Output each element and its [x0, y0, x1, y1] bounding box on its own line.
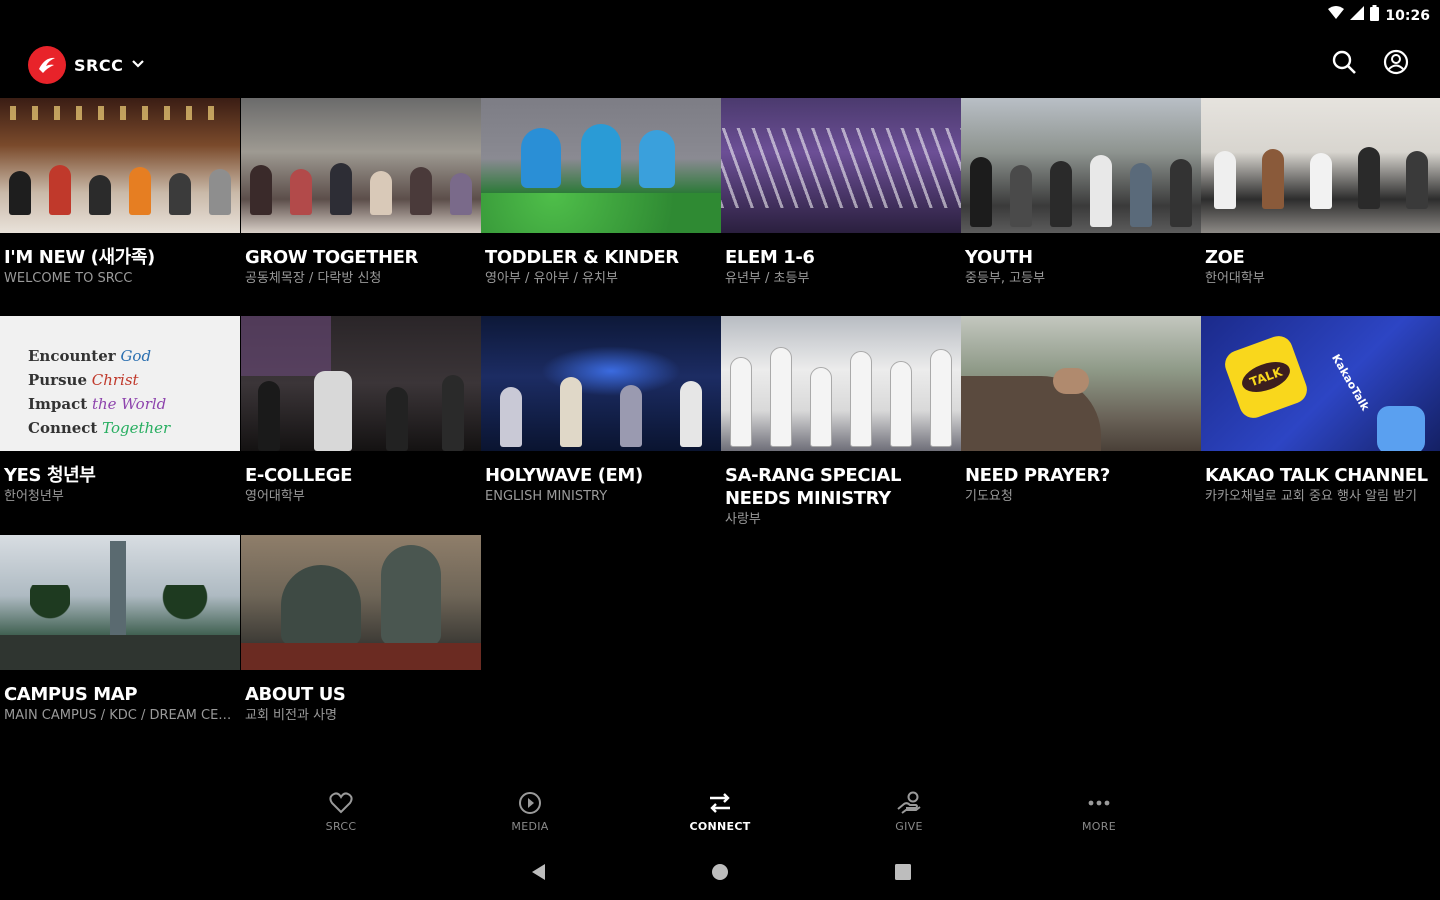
- org-switcher[interactable]: SRCC: [28, 46, 145, 84]
- tile-title: ABOUT US: [245, 684, 346, 705]
- nav-srcc[interactable]: SRCC: [281, 790, 401, 833]
- search-icon: [1331, 49, 1357, 80]
- nav-media[interactable]: MEDIA: [470, 790, 590, 833]
- play-circle-icon: [517, 790, 543, 816]
- yes-image-text: Encounter God Pursue Christ Impact the W…: [28, 347, 171, 437]
- tile-image: [0, 98, 240, 233]
- tile-title: ZOE: [1205, 247, 1245, 268]
- tile-zoe[interactable]: ZOE 한어대학부: [1201, 98, 1440, 289]
- tile-subtitle: 한어대학부: [1205, 271, 1265, 286]
- system-back-button[interactable]: [526, 862, 550, 886]
- back-triangle-icon: [529, 862, 547, 887]
- tile-subtitle: 영아부 / 유아부 / 유치부: [485, 271, 618, 286]
- wifi-icon: [1328, 6, 1345, 25]
- nav-label: MORE: [1082, 820, 1116, 833]
- account-circle-icon: [1383, 49, 1409, 80]
- tile-image: [241, 98, 481, 233]
- tile-image: [241, 316, 481, 451]
- tile-about-us[interactable]: ABOUT US 교회 비전과 사명: [241, 535, 481, 726]
- tile-title: YES 청년부: [4, 465, 96, 486]
- tile-title: KAKAO TALK CHANNEL: [1205, 465, 1428, 486]
- srcc-logo-icon: [28, 46, 66, 84]
- tile-sa-rang[interactable]: SA-RANG SPECIAL NEEDS MINISTRY 사랑부: [721, 316, 961, 530]
- header-actions: [1330, 49, 1410, 80]
- tile-kakao[interactable]: TALK KakaoTalk KAKAO TALK CHANNEL 카카오채널로…: [1201, 316, 1440, 507]
- nav-label: MEDIA: [511, 820, 549, 833]
- status-time: 10:26: [1385, 7, 1430, 24]
- tile-grow-together[interactable]: GROW TOGETHER 공동체목장 / 다락방 신청: [241, 98, 481, 289]
- tile-subtitle: 기도요청: [965, 489, 1013, 504]
- tile-campus-map[interactable]: CAMPUS MAP MAIN CAMPUS / KDC / DREAM CEN…: [0, 535, 240, 726]
- nav-label: GIVE: [895, 820, 923, 833]
- tile-subtitle: WELCOME TO SRCC: [4, 271, 133, 286]
- tile-title: NEED PRAYER?: [965, 465, 1110, 486]
- heart-icon: [328, 790, 354, 816]
- app-header: SRCC: [0, 40, 1440, 88]
- tile-need-prayer[interactable]: NEED PRAYER? 기도요청: [961, 316, 1201, 507]
- tile-elem[interactable]: ELEM 1-6 유년부 / 초등부: [721, 98, 961, 289]
- signal-icon: [1350, 6, 1365, 25]
- give-hand-icon: [896, 790, 922, 816]
- system-home-button[interactable]: [708, 862, 732, 886]
- tile-image: Encounter God Pursue Christ Impact the W…: [0, 316, 240, 451]
- nav-connect[interactable]: CONNECT: [660, 790, 780, 833]
- tile-holywave[interactable]: HOLYWAVE (EM) ENGLISH MINISTRY: [481, 316, 721, 507]
- tile-im-new[interactable]: I'M NEW (새가족) WELCOME TO SRCC: [0, 98, 240, 289]
- bottom-nav: SRCC MEDIA CONNECT GIVE MORE: [0, 790, 1440, 842]
- tile-image: [721, 316, 961, 451]
- kakao-talk-icon: TALK: [1221, 332, 1311, 422]
- status-icons: 10:26: [1328, 5, 1430, 26]
- tile-image: [721, 98, 961, 233]
- tile-title: I'M NEW (새가족): [4, 247, 155, 268]
- nav-label: SRCC: [325, 820, 357, 833]
- tile-title: E-COLLEGE: [245, 465, 352, 486]
- tile-image: [961, 98, 1201, 233]
- tile-youth[interactable]: YOUTH 중등부, 고등부: [961, 98, 1201, 289]
- tile-title: CAMPUS MAP: [4, 684, 138, 705]
- tile-image: [0, 535, 240, 670]
- tile-subtitle: 중등부, 고등부: [965, 271, 1046, 286]
- account-button[interactable]: [1382, 49, 1410, 80]
- tile-image: [481, 98, 721, 233]
- tile-subtitle: 공동체목장 / 다락방 신청: [245, 271, 382, 286]
- recents-square-icon: [894, 863, 912, 886]
- swap-arrows-icon: [707, 790, 733, 816]
- tile-subtitle: 유년부 / 초등부: [725, 271, 810, 286]
- tile-title: TODDLER & KINDER: [485, 247, 679, 268]
- tile-subtitle: MAIN CAMPUS / KDC / DREAM CENTER: [4, 708, 236, 723]
- tile-image: [1201, 98, 1440, 233]
- org-name: SRCC: [74, 55, 124, 75]
- home-circle-icon: [710, 862, 730, 887]
- tile-subtitle: 사랑부: [725, 512, 761, 527]
- tile-title: SA-RANG SPECIAL NEEDS MINISTRY: [725, 465, 902, 509]
- tile-title: ELEM 1-6: [725, 247, 815, 268]
- tile-image: [241, 535, 481, 670]
- more-dots-icon: [1086, 790, 1112, 816]
- tile-title: GROW TOGETHER: [245, 247, 419, 268]
- system-recents-button[interactable]: [891, 862, 915, 886]
- system-nav-bar: [0, 858, 1440, 890]
- status-bar: 10:26: [0, 0, 1440, 28]
- nav-give[interactable]: GIVE: [849, 790, 969, 833]
- chevron-down-icon: [131, 56, 145, 74]
- tile-title: HOLYWAVE (EM): [485, 465, 643, 486]
- tile-subtitle: 영어대학부: [245, 489, 305, 504]
- tile-subtitle: 교회 비전과 사명: [245, 708, 337, 723]
- tile-image: [961, 316, 1201, 451]
- tile-subtitle: 한어청년부: [4, 489, 64, 504]
- tile-subtitle: ENGLISH MINISTRY: [485, 489, 608, 504]
- battery-icon: [1370, 5, 1380, 26]
- nav-more[interactable]: MORE: [1039, 790, 1159, 833]
- tile-yes[interactable]: Encounter God Pursue Christ Impact the W…: [0, 316, 240, 507]
- nav-label: CONNECT: [689, 820, 751, 833]
- tile-subtitle: 카카오채널로 교회 중요 행사 알림 받기: [1205, 489, 1418, 504]
- tile-image: [481, 316, 721, 451]
- tile-image: TALK KakaoTalk: [1201, 316, 1440, 451]
- tile-toddler-kinder[interactable]: TODDLER & KINDER 영아부 / 유아부 / 유치부: [481, 98, 721, 289]
- tile-title: YOUTH: [965, 247, 1033, 268]
- search-button[interactable]: [1330, 50, 1358, 78]
- tile-e-college[interactable]: E-COLLEGE 영어대학부: [241, 316, 481, 507]
